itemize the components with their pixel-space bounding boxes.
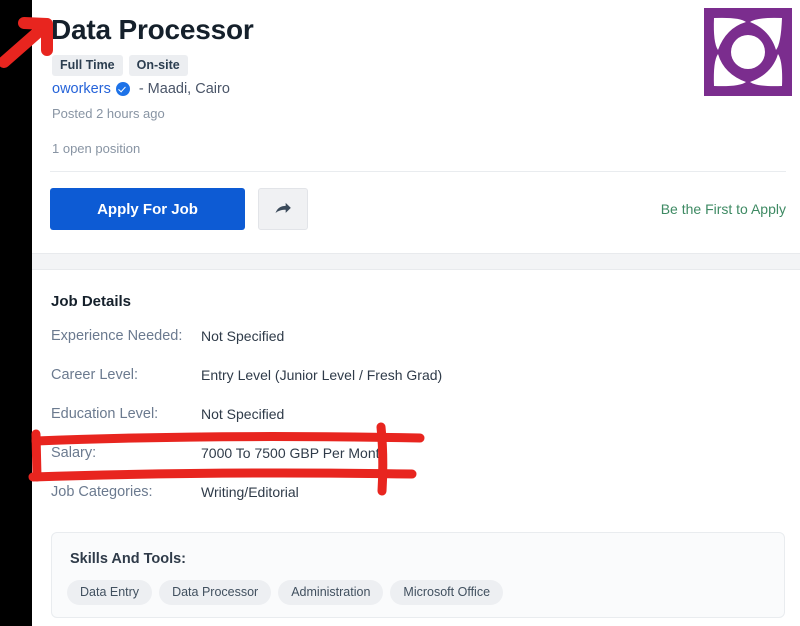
apply-for-job-button[interactable]: Apply For Job xyxy=(50,188,245,230)
badge-full-time: Full Time xyxy=(52,55,123,76)
logo-glyph-icon xyxy=(704,8,792,96)
be-first-to-apply-text: Be the First to Apply xyxy=(660,201,786,217)
skills-heading: Skills And Tools: xyxy=(70,551,187,567)
label-experience-needed: Experience Needed: xyxy=(51,328,183,344)
company-link[interactable]: oworkers xyxy=(52,81,111,97)
value-experience-needed: Not Specified xyxy=(201,328,285,344)
job-details-card: Job Details Experience Needed: Not Speci… xyxy=(32,270,800,626)
skill-pill-administration[interactable]: Administration xyxy=(278,580,384,605)
job-type-badges: Full Time On-site xyxy=(52,55,188,76)
skill-pill-data-entry[interactable]: Data Entry xyxy=(67,580,153,605)
share-arrow-icon xyxy=(275,202,291,214)
job-location: - Maadi, Cairo xyxy=(138,81,230,97)
detail-row-education-level: Education Level: Not Specified xyxy=(51,406,771,445)
share-button[interactable] xyxy=(258,188,308,230)
job-details-list: Experience Needed: Not Specified Career … xyxy=(51,328,771,523)
job-header-card: Data Processor Full Time On-site oworker… xyxy=(32,0,800,253)
value-career-level: Entry Level (Junior Level / Fresh Grad) xyxy=(201,367,443,383)
skill-pill-data-processor[interactable]: Data Processor xyxy=(159,580,272,605)
action-button-row: Apply For Job xyxy=(50,188,308,230)
header-divider xyxy=(50,171,786,172)
job-posting-page: Data Processor Full Time On-site oworker… xyxy=(0,0,800,626)
value-salary: 7000 To 7500 GBP Per Month xyxy=(201,445,388,461)
detail-row-career-level: Career Level: Entry Level (Junior Level … xyxy=(51,367,771,406)
label-education-level: Education Level: xyxy=(51,406,159,422)
detail-row-experience: Experience Needed: Not Specified xyxy=(51,328,771,367)
job-details-heading: Job Details xyxy=(51,293,132,310)
value-job-categories: Writing/Editorial xyxy=(201,484,299,500)
detail-row-salary: Salary: 7000 To 7500 GBP Per Month xyxy=(51,445,771,484)
open-positions-count: 1 open position xyxy=(52,141,141,156)
detail-row-job-categories: Job Categories: Writing/Editorial xyxy=(51,484,771,523)
verified-badge-icon xyxy=(115,82,130,96)
label-career-level: Career Level: xyxy=(51,367,139,383)
skill-pill-microsoft-office[interactable]: Microsoft Office xyxy=(390,580,504,605)
section-separator-band xyxy=(32,253,800,270)
label-salary: Salary: xyxy=(51,445,97,461)
posted-time: Posted 2 hours ago xyxy=(52,106,165,121)
skills-and-tools-box: Skills And Tools: Data Entry Data Proces… xyxy=(51,532,785,618)
skills-pill-list: Data Entry Data Processor Administration… xyxy=(67,580,504,605)
badge-on-site: On-site xyxy=(128,55,188,76)
left-dark-gutter xyxy=(0,0,32,626)
label-job-categories: Job Categories: xyxy=(51,484,153,500)
value-education-level: Not Specified xyxy=(201,406,285,422)
company-line: oworkers - Maadi, Cairo xyxy=(52,81,230,97)
company-logo xyxy=(704,8,792,96)
page-title: Data Processor xyxy=(51,14,254,45)
